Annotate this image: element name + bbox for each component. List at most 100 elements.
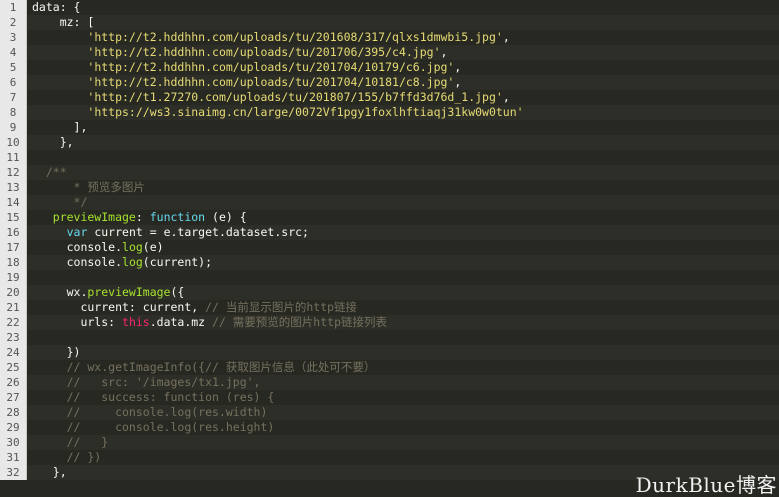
code-line[interactable]: 10 }, [0, 135, 779, 150]
code-line[interactable]: 12 /** [0, 165, 779, 180]
line-number: 10 [0, 135, 27, 150]
code-text: previewImage: function (e) { [27, 210, 247, 225]
code-line[interactable]: 23 [0, 330, 779, 345]
line-number: 8 [0, 105, 27, 120]
code-token: // 当前显示图片的http链接 [205, 300, 358, 314]
line-number: 25 [0, 360, 27, 375]
code-token: }) [32, 345, 81, 359]
line-number: 13 [0, 180, 27, 195]
code-line[interactable]: 2 mz: [ [0, 15, 779, 30]
code-token: , [502, 30, 510, 44]
code-text: 'https://ws3.sinaimg.cn/large/0072Vf1pgy… [27, 105, 524, 120]
code-token: console. [32, 255, 123, 269]
code-token: , [440, 45, 448, 59]
code-text: }, [27, 135, 74, 150]
line-number: 6 [0, 75, 27, 90]
code-token: this [122, 315, 150, 329]
line-number: 32 [0, 465, 27, 480]
code-line[interactable]: 15 previewImage: function (e) { [0, 210, 779, 225]
code-line[interactable]: 9 ], [0, 120, 779, 135]
code-line[interactable]: 30 // } [0, 435, 779, 450]
code-text: }, [27, 465, 67, 480]
code-text: * 预览多图片 [27, 180, 145, 195]
code-line[interactable]: 19 [0, 270, 779, 285]
code-text: 'http://t1.27270.com/uploads/tu/201807/1… [27, 90, 509, 105]
code-line[interactable]: 18 console.log(current); [0, 255, 779, 270]
code-line[interactable]: 16 var current = e.target.dataset.src; [0, 225, 779, 240]
line-number: 22 [0, 315, 27, 330]
code-line[interactable]: 28 // console.log(res.width) [0, 405, 779, 420]
line-number: 24 [0, 345, 27, 360]
code-token: log [122, 240, 143, 254]
code-line[interactable]: 22 urls: this.data.mz // 需要预览的图片http链接列表 [0, 315, 779, 330]
code-line[interactable]: 21 current: current, // 当前显示图片的http链接 [0, 300, 779, 315]
code-token: data: { [32, 0, 81, 14]
code-line[interactable]: 31 // }) [0, 450, 779, 465]
watermark-text: DurkBlue博客 [635, 473, 777, 497]
code-token: // console.log(res.width) [32, 405, 268, 419]
line-number: 7 [0, 90, 27, 105]
code-line[interactable]: 1 data: { [0, 0, 779, 15]
line-number: 18 [0, 255, 27, 270]
code-text: // console.log(res.width) [27, 405, 268, 420]
code-text: // }) [27, 450, 102, 465]
code-text: 'http://t2.hddhhn.com/uploads/tu/201608/… [27, 30, 510, 45]
line-number: 2 [0, 15, 27, 30]
code-line[interactable]: 8 'https://ws3.sinaimg.cn/large/0072Vf1p… [0, 105, 779, 120]
code-token: 'http://t2.hddhhn.com/uploads/tu/201706/… [87, 45, 441, 59]
code-text: console.log(current); [27, 255, 212, 270]
code-token: , [454, 60, 462, 74]
code-text: data: { [27, 0, 80, 15]
code-line[interactable]: 24 }) [0, 345, 779, 360]
code-token: : [135, 210, 150, 224]
line-number: 4 [0, 45, 27, 60]
code-line[interactable]: 6 'http://t2.hddhhn.com/uploads/tu/20170… [0, 75, 779, 90]
code-text: */ [27, 195, 88, 210]
code-token: ], [32, 120, 88, 134]
code-editor[interactable]: 1 data: {2 mz: [3 'http://t2.hddhhn.com/u… [0, 0, 779, 496]
line-number: 30 [0, 435, 27, 450]
code-text: var current = e.target.dataset.src; [27, 225, 309, 240]
code-text: mz: [ [27, 15, 95, 30]
code-line[interactable]: 25 // wx.getImageInfo({// 获取图片信息（此处可不要） [0, 360, 779, 375]
code-text: 'http://t2.hddhhn.com/uploads/tu/201704/… [27, 75, 461, 90]
code-token: .data.mz [149, 315, 213, 329]
code-line[interactable]: 7 'http://t1.27270.com/uploads/tu/201807… [0, 90, 779, 105]
code-token: 'http://t1.27270.com/uploads/tu/201807/1… [87, 90, 503, 104]
code-token: 'https://ws3.sinaimg.cn/large/0072Vf1pgy… [87, 105, 524, 119]
code-text: /** [27, 165, 67, 180]
code-token: , [454, 75, 462, 89]
code-line[interactable]: 11 [0, 150, 779, 165]
code-line[interactable]: 27 // success: function (res) { [0, 390, 779, 405]
line-number: 14 [0, 195, 27, 210]
code-token: // }) [32, 450, 102, 464]
code-line[interactable]: 5 'http://t2.hddhhn.com/uploads/tu/20170… [0, 60, 779, 75]
line-number: 23 [0, 330, 27, 345]
code-token: * 预览多图片 [32, 180, 145, 194]
code-line[interactable]: 20 wx.previewImage({ [0, 285, 779, 300]
code-token: // } [32, 435, 109, 449]
code-text: console.log(e) [27, 240, 164, 255]
code-text: // success: function (res) { [27, 390, 275, 405]
code-line[interactable]: 26 // src: '/images/tx1.jpg', [0, 375, 779, 390]
code-line[interactable]: 4 'http://t2.hddhhn.com/uploads/tu/20170… [0, 45, 779, 60]
code-text: // } [27, 435, 109, 450]
code-text: // wx.getImageInfo({// 获取图片信息（此处可不要） [27, 360, 376, 375]
line-number: 15 [0, 210, 27, 225]
code-token: // wx.getImageInfo({// 获取图片信息（此处可不要） [32, 360, 376, 374]
line-number: 17 [0, 240, 27, 255]
code-line[interactable]: 14 */ [0, 195, 779, 210]
code-text: 'http://t2.hddhhn.com/uploads/tu/201704/… [27, 60, 461, 75]
code-line[interactable]: 13 * 预览多图片 [0, 180, 779, 195]
code-line[interactable]: 3 'http://t2.hddhhn.com/uploads/tu/20160… [0, 30, 779, 45]
line-number: 11 [0, 150, 27, 165]
code-line[interactable]: 29 // console.log(res.height) [0, 420, 779, 435]
code-text: }) [27, 345, 81, 360]
line-number: 5 [0, 60, 27, 75]
code-line[interactable]: 17 console.log(e) [0, 240, 779, 255]
line-number: 3 [0, 30, 27, 45]
code-text: // src: '/images/tx1.jpg', [27, 375, 261, 390]
